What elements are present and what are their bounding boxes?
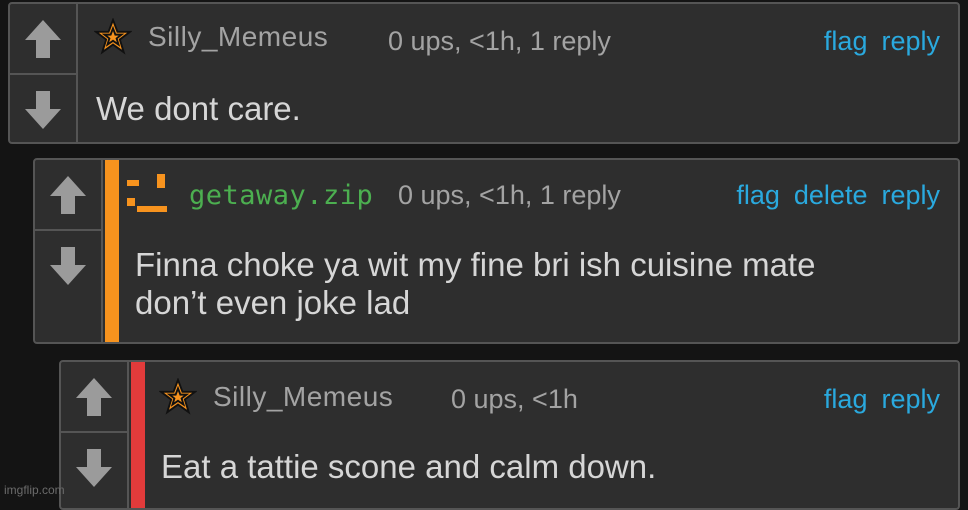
comment-header: getaway.zip bbox=[127, 174, 373, 216]
flag-link[interactable]: flag bbox=[736, 180, 780, 211]
downvote-button[interactable] bbox=[10, 75, 76, 142]
arrow-up-icon bbox=[25, 19, 61, 58]
arrow-up-icon bbox=[76, 377, 112, 416]
reply-link[interactable]: reply bbox=[881, 180, 940, 211]
flag-link[interactable]: flag bbox=[824, 384, 868, 415]
reply-link[interactable]: reply bbox=[881, 384, 940, 415]
username[interactable]: Silly_Memeus bbox=[213, 381, 393, 413]
watermark: imgflip.com bbox=[4, 483, 65, 497]
vote-column bbox=[35, 160, 103, 342]
arrow-down-icon bbox=[50, 246, 86, 285]
comment-header: Silly_Memeus bbox=[94, 18, 328, 56]
comment-2: getaway.zip 0 ups, <1h, 1 reply flag del… bbox=[33, 158, 960, 344]
delete-link[interactable]: delete bbox=[794, 180, 868, 211]
comment-actions: flag reply bbox=[824, 384, 940, 415]
comment-text-line: Finna choke ya wit my fine bri ish cuisi… bbox=[135, 246, 816, 283]
comment-actions: flag delete reply bbox=[736, 180, 940, 211]
comment-actions: flag reply bbox=[824, 26, 940, 57]
comment-text-line: don’t even joke lad bbox=[135, 284, 411, 321]
thread-accent-bar bbox=[105, 160, 119, 342]
arrow-down-icon bbox=[76, 448, 112, 487]
comment-3: Silly_Memeus 0 ups, <1h flag reply Eat a… bbox=[59, 360, 960, 510]
upvote-button[interactable] bbox=[10, 4, 76, 73]
vote-column bbox=[10, 4, 78, 142]
thread-accent-bar bbox=[131, 362, 145, 508]
pixel-badge-icon bbox=[127, 174, 167, 212]
downvote-button[interactable] bbox=[61, 433, 127, 502]
comment-text: We dont care. bbox=[96, 90, 301, 127]
comment-header: Silly_Memeus bbox=[159, 378, 393, 416]
arrow-down-icon bbox=[25, 90, 61, 129]
vote-column bbox=[61, 362, 129, 508]
flag-link[interactable]: flag bbox=[824, 26, 868, 57]
star-icon bbox=[159, 378, 197, 415]
upvote-button[interactable] bbox=[61, 362, 127, 431]
comment-meta: 0 ups, <1h, 1 reply bbox=[388, 26, 611, 56]
star-icon bbox=[94, 18, 132, 55]
upvote-button[interactable] bbox=[35, 160, 101, 229]
comment-text: Finna choke ya wit my fine bri ish cuisi… bbox=[135, 246, 815, 322]
username[interactable]: getaway.zip bbox=[189, 180, 373, 211]
comment-1: Silly_Memeus 0 ups, <1h, 1 reply flag re… bbox=[8, 2, 960, 144]
reply-link[interactable]: reply bbox=[881, 26, 940, 57]
downvote-button[interactable] bbox=[35, 231, 101, 300]
comment-text: Eat a tattie scone and calm down. bbox=[161, 448, 657, 485]
arrow-up-icon bbox=[50, 175, 86, 214]
username[interactable]: Silly_Memeus bbox=[148, 21, 328, 53]
comment-meta: 0 ups, <1h, 1 reply bbox=[398, 180, 621, 210]
comment-meta: 0 ups, <1h bbox=[451, 384, 578, 414]
